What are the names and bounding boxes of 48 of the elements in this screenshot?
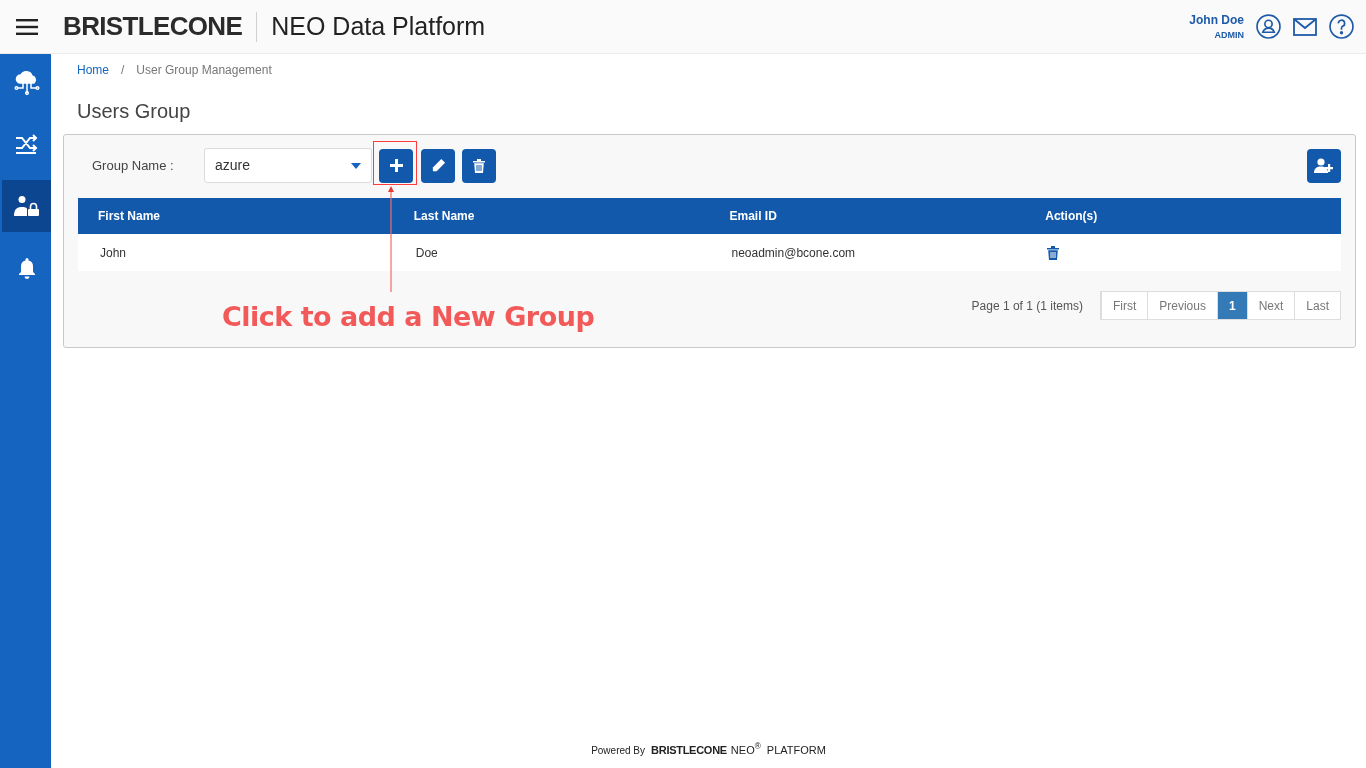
bell-icon: [17, 257, 36, 279]
plus-icon: [389, 159, 403, 172]
highlight-frame: [373, 141, 417, 185]
add-user-button[interactable]: [1307, 148, 1341, 183]
group-name-label: Group Name :: [92, 156, 175, 175]
trash-icon: [473, 158, 485, 173]
add-group-button[interactable]: [379, 148, 413, 183]
delete-group-button[interactable]: [462, 148, 496, 183]
column-header: First Name: [78, 198, 394, 234]
breadcrumb-separator: /: [121, 62, 125, 79]
app-title: NEO Data Platform: [271, 10, 486, 42]
cloud-network-icon: [13, 69, 40, 95]
page-summary: Page 1 of 1 (1 items): [971, 297, 1083, 315]
menu-icon[interactable]: [16, 18, 38, 35]
user-lock-icon: [13, 195, 40, 217]
user-name: John Doe: [1189, 11, 1244, 29]
page-title: Users Group: [77, 99, 192, 124]
breadcrumb-link[interactable]: Home: [77, 61, 109, 79]
annotation-text: Click to add a New Group: [222, 300, 595, 334]
table-cell: Doe: [393, 234, 710, 271]
footer-product: NEO$^{®}$: [730, 741, 761, 758]
footer-text: Powered By: [591, 744, 646, 758]
sidebar-item[interactable]: [2, 180, 51, 232]
user-role: ADMIN: [1214, 28, 1244, 42]
add-user-icon: [1314, 158, 1334, 173]
trash-icon[interactable]: [1047, 245, 1060, 260]
pagination-button[interactable]: Last: [1294, 292, 1340, 319]
column-header: Last Name: [393, 198, 710, 234]
footer-text: PLATFORM: [766, 742, 826, 758]
table-cell: neoadmin@bcone.com: [709, 234, 1026, 271]
column-header: Action(s): [1025, 198, 1341, 234]
pagination-button[interactable]: 1: [1216, 292, 1247, 319]
help-icon[interactable]: [1329, 14, 1354, 39]
brand-logo: BRISTLECONE: [63, 10, 243, 43]
shuffle-icon: [14, 133, 39, 155]
column-header: Email ID: [709, 198, 1026, 234]
group-name-dropdown[interactable]: azure: [204, 148, 372, 183]
table-cell: John: [78, 234, 394, 271]
caret-icon: [351, 162, 361, 169]
pencil-icon: [430, 158, 446, 173]
edit-group-button[interactable]: [421, 148, 455, 183]
mail-icon[interactable]: [1293, 17, 1317, 36]
user-icon[interactable]: [1256, 14, 1281, 39]
breadcrumb-current: User Group Management: [136, 62, 272, 79]
footer-brand-logo: BRISTLECONE: [651, 742, 727, 758]
pagination-button[interactable]: Next: [1246, 292, 1295, 319]
pagination-button[interactable]: First: [1100, 292, 1148, 319]
pagination-button[interactable]: Previous: [1147, 292, 1217, 319]
